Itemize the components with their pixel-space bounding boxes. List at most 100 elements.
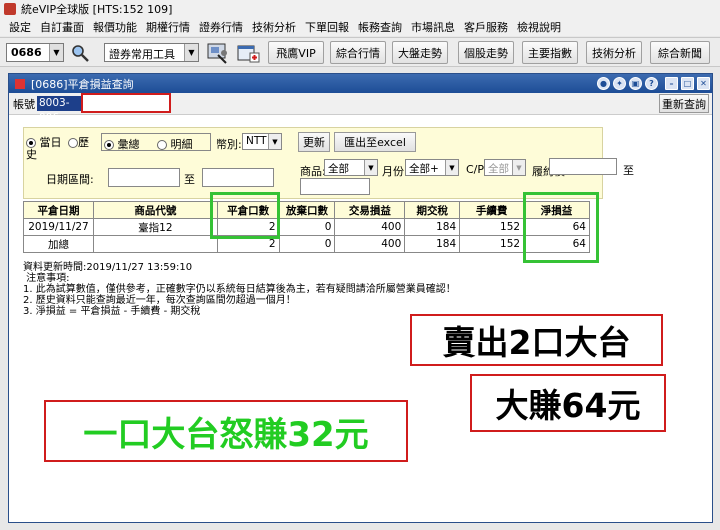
date-to-field[interactable] — [202, 168, 274, 187]
print-icon[interactable]: ▣ — [629, 77, 642, 90]
toolbar-btn-news[interactable]: 綜合新聞 — [650, 41, 710, 64]
toolbar-btn-market-trend[interactable]: 大盤走勢 — [392, 41, 448, 64]
table-row[interactable]: 2019/11/27 臺指12 2 0 400 184 152 64 — [23, 218, 590, 236]
toolbar: 0686 ▼ 證券常用工具 ▼ 飛鷹VIP 綜合行情 大盤走勢 個股走勢 主要指… — [0, 37, 720, 67]
radio-history[interactable]: 歷 — [68, 134, 89, 150]
menu-futures-quotes[interactable]: 期權行情 — [143, 19, 196, 35]
menu-quote-functions[interactable]: 報價功能 — [90, 19, 143, 35]
cp-label: C/P — [466, 163, 485, 176]
toolbar-btn-main-index[interactable]: 主要指數 — [522, 41, 578, 64]
filter-panel: 當日 歷 史 彙總 明細 幣別: NTT ▼ 更新 匯出至excel 日期區間: … — [23, 127, 603, 199]
notes-updated: 資料更新時間:2019/11/27 13:59:10 — [23, 262, 193, 273]
product-value: 全部 — [328, 163, 349, 175]
product-label: 商品: — [300, 165, 326, 178]
month-value: 全部+ — [409, 163, 439, 175]
radio-total-label: 彙總 — [117, 138, 140, 151]
currency-value: NTT — [246, 135, 267, 147]
cell-product — [92, 235, 218, 253]
strike-from-field-visible[interactable] — [549, 158, 617, 175]
currency-select[interactable]: NTT ▼ — [242, 133, 282, 150]
radio-history-dot — [68, 138, 78, 148]
menu-custom-screen[interactable]: 自訂畫面 — [37, 19, 90, 35]
table-total-row[interactable]: 加總 2 0 400 184 152 64 — [23, 235, 590, 253]
callout-earn: 大賺64元 — [470, 374, 666, 432]
cell-trade-pnl: 400 — [334, 235, 406, 253]
notes-line-2: 2. 歷史資料只能查詢最近一年，每次查詢區間勿超過一個月！ — [23, 295, 296, 306]
notes-line-3: 3. 淨損益 = 平倉損益 - 手續費 - 期交稅 — [23, 306, 201, 317]
toolbar-btn-overall-quotes[interactable]: 綜合行情 — [330, 41, 386, 64]
menu-bar: 設定 自訂畫面 報價功能 期權行情 證券行情 技術分析 下單回報 帳務查詢 市場… — [0, 18, 720, 36]
col-abandon-qty: 放棄口數 — [278, 201, 336, 219]
chevron-down-icon[interactable]: ▼ — [512, 160, 525, 175]
month-select[interactable]: 全部+ ▼ — [405, 159, 459, 176]
settings-icon[interactable]: ✦ — [613, 77, 626, 90]
window-icon — [15, 78, 25, 89]
app-titlebar: 統eVIP全球版 [HTS:152 109] — [0, 0, 720, 18]
pnl-table: 平倉日期 商品代號 平倉口數 放棄口數 交易損益 期交稅 手續費 淨損益 201… — [23, 201, 590, 253]
cp-select[interactable]: 全部 ▼ — [484, 159, 526, 176]
account-bar: 帳號 8003-006 重新查詢 — [9, 93, 712, 124]
chevron-down-icon[interactable]: ▼ — [49, 44, 63, 61]
radio-detail-label: 明細 — [170, 138, 193, 151]
notes-line-1: 1. 此為試算數值，僅供參考，正確數字仍以系統每日結算後為主，若有疑問請洽所屬營… — [23, 284, 456, 295]
maximize-icon[interactable]: □ — [681, 77, 694, 90]
menu-market-info[interactable]: 市場訊息 — [408, 19, 461, 35]
stock-code-value: 0686 — [11, 46, 42, 59]
highlight-net-pnl — [523, 192, 599, 263]
radio-detail[interactable]: 明細 — [157, 136, 193, 152]
radio-total-dot — [104, 140, 114, 150]
app-icon — [4, 3, 16, 15]
menu-account-query[interactable]: 帳務查詢 — [355, 19, 408, 35]
notes-block: 資料更新時間:2019/11/27 13:59:10 注意事項: 1. 此為試算數… — [23, 262, 456, 317]
radio-total[interactable]: 彙總 — [104, 136, 140, 152]
radio-today-label: 當日 — [39, 136, 62, 149]
chevron-down-icon[interactable]: ▼ — [184, 44, 198, 61]
cell-total-label: 加總 — [23, 235, 94, 253]
menu-customer-service[interactable]: 客戶服務 — [461, 19, 514, 35]
cell-date: 2019/11/27 — [23, 218, 94, 236]
menu-securities-quotes[interactable]: 證券行情 — [196, 19, 249, 35]
chevron-down-icon[interactable]: ▼ — [445, 160, 458, 175]
cell-fee: 152 — [459, 235, 525, 253]
refresh-query-button[interactable]: 重新查詢 — [659, 94, 709, 113]
window-titlebar: [0686]平倉損益查詢 ● ✦ ▣ ? – □ ✕ — [9, 74, 712, 93]
menu-order-report[interactable]: 下單回報 — [302, 19, 355, 35]
update-button[interactable]: 更新 — [298, 132, 330, 152]
toolbar-btn-vip[interactable]: 飛鷹VIP — [268, 41, 324, 64]
radio-history-label-2: 史 — [26, 148, 37, 161]
tool-group-combo[interactable]: 證券常用工具 ▼ — [104, 43, 199, 62]
cell-tax: 184 — [404, 218, 461, 236]
extra-field[interactable] — [300, 178, 370, 195]
help-icon[interactable]: ? — [645, 77, 658, 90]
search-icon[interactable] — [70, 43, 90, 63]
chevron-down-icon[interactable]: ▼ — [364, 160, 377, 175]
close-icon[interactable]: ✕ — [697, 77, 710, 90]
callout-sell: 賣出2口大台 — [410, 314, 663, 366]
menu-settings[interactable]: 設定 — [6, 19, 37, 35]
cell-abandon-qty: 0 — [278, 235, 336, 253]
summary-detail-group: 彙總 明細 — [101, 133, 211, 151]
product-select[interactable]: 全部 ▼ — [324, 159, 378, 176]
menu-view-help[interactable]: 檢視說明 — [514, 19, 567, 35]
toolbar-btn-tech-analysis[interactable]: 技術分析 — [586, 41, 642, 64]
cell-trade-pnl: 400 — [334, 218, 406, 236]
toolbar-btn-stock-trend[interactable]: 個股走勢 — [458, 41, 514, 64]
export-excel-button[interactable]: 匯出至excel — [334, 132, 416, 152]
minimize-icon[interactable]: – — [665, 77, 678, 90]
date-from-field[interactable] — [108, 168, 180, 187]
notes-heading: 注意事項: — [23, 273, 70, 284]
account-label: 帳號 — [13, 98, 35, 111]
add-window-icon[interactable] — [236, 41, 260, 65]
menu-technical-analysis[interactable]: 技術分析 — [249, 19, 302, 35]
tool-settings-icon[interactable] — [206, 41, 230, 65]
strike-to-label: 至 — [623, 164, 634, 177]
radio-detail-dot — [157, 140, 167, 150]
stock-code-combo[interactable]: 0686 ▼ — [6, 43, 64, 62]
month-label: 月份: — [382, 165, 408, 178]
date-range-label: 日期區間: — [46, 173, 94, 186]
chevron-down-icon[interactable]: ▼ — [268, 134, 281, 149]
col-trade-pnl: 交易損益 — [334, 201, 406, 219]
cell-abandon-qty: 0 — [278, 218, 336, 236]
link-icon[interactable]: ● — [597, 77, 610, 90]
app-title: 統eVIP全球版 [HTS:152 109] — [21, 3, 173, 16]
